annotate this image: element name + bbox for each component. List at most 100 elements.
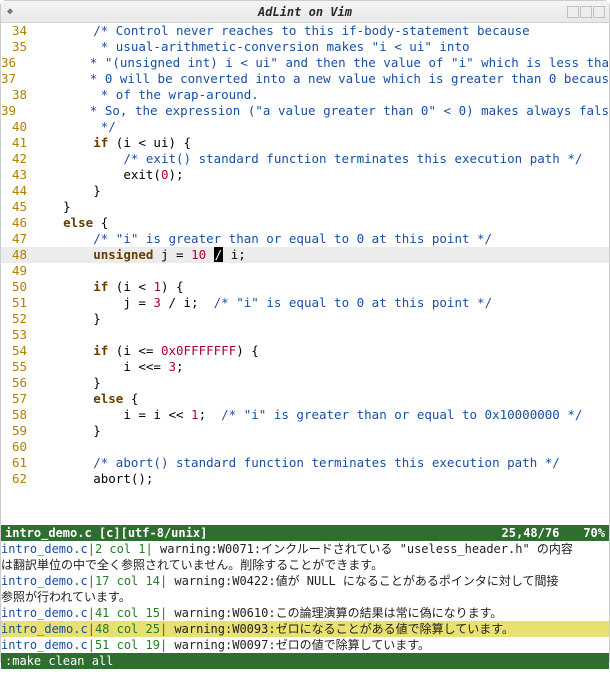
code-line[interactable]: 50 if (i < 1) { xyxy=(1,279,609,295)
code-content[interactable]: if (i <= 0x0FFFFFFF) { xyxy=(33,343,609,359)
code-line[interactable]: 42 /* exit() standard function terminate… xyxy=(1,151,609,167)
minimize-button[interactable] xyxy=(567,6,579,18)
code-content[interactable]: } xyxy=(33,423,609,439)
code-line[interactable]: 41 if (i < ui) { xyxy=(1,135,609,151)
code-editor[interactable]: 34 /* Control never reaches to this if-b… xyxy=(1,23,609,525)
line-number: 38 xyxy=(1,87,33,103)
code-content[interactable]: if (i < ui) { xyxy=(33,135,609,151)
quickfix-line[interactable]: intro_demo.c|41 col 15| warning:W0610:この… xyxy=(1,605,609,621)
line-number: 57 xyxy=(1,391,33,407)
window-buttons xyxy=(567,6,605,18)
code-content[interactable] xyxy=(33,263,609,279)
close-button[interactable] xyxy=(593,6,605,18)
line-number: 59 xyxy=(1,423,33,439)
line-number: 62 xyxy=(1,471,33,487)
code-content[interactable]: * "(unsigned int) i < ui" and then the v… xyxy=(22,55,609,71)
code-content[interactable]: * of the wrap-around. xyxy=(33,87,609,103)
code-content[interactable]: * usual-arithmetic-conversion makes "i <… xyxy=(33,39,609,55)
code-line[interactable]: 53 xyxy=(1,327,609,343)
window-title: AdLint on Vim xyxy=(258,5,352,19)
code-content[interactable]: abort(); xyxy=(33,471,609,487)
code-line[interactable]: 55 i <<= 3; xyxy=(1,359,609,375)
line-number: 49 xyxy=(1,263,33,279)
code-line[interactable]: 36 * "(unsigned int) i < ui" and then th… xyxy=(1,55,609,71)
quickfix-line[interactable]: は翻訳単位の中で全く参照されていません。削除することができます。 xyxy=(1,557,609,573)
code-content[interactable]: if (i < 1) { xyxy=(33,279,609,295)
status-file-info: intro_demo.c [c][utf-8/unix] xyxy=(5,525,502,541)
code-content[interactable]: } xyxy=(33,311,609,327)
line-number: 53 xyxy=(1,327,33,343)
code-content[interactable]: exit(0); xyxy=(33,167,609,183)
code-line[interactable]: 58 i = i << 1; /* "i" is greater than or… xyxy=(1,407,609,423)
line-number: 52 xyxy=(1,311,33,327)
code-content[interactable]: j = 3 / i; /* "i" is equal to 0 at this … xyxy=(33,295,609,311)
code-line[interactable]: 61 /* abort() standard function terminat… xyxy=(1,455,609,471)
quickfix-line[interactable]: intro_demo.c|17 col 14| warning:W0422:値が… xyxy=(1,573,609,589)
code-line[interactable]: 62 abort(); xyxy=(1,471,609,487)
code-line[interactable]: 37 * 0 will be converted into a new valu… xyxy=(1,71,609,87)
quickfix-line[interactable]: intro_demo.c|48 col 25| warning:W0093:ゼロ… xyxy=(1,621,609,637)
quickfix-line[interactable]: 参照が行われています。 xyxy=(1,589,609,605)
menu-icon[interactable]: ◆ xyxy=(7,6,19,18)
code-line[interactable]: 46 else { xyxy=(1,215,609,231)
code-line[interactable]: 54 if (i <= 0x0FFFFFFF) { xyxy=(1,343,609,359)
code-line[interactable]: 39 * So, the expression ("a value greate… xyxy=(1,103,609,119)
line-number: 34 xyxy=(1,23,33,39)
code-line[interactable]: 56 } xyxy=(1,375,609,391)
code-content[interactable]: /* exit() standard function terminates t… xyxy=(33,151,609,167)
line-number: 42 xyxy=(1,151,33,167)
command-line-area[interactable] xyxy=(1,669,609,683)
code-line[interactable]: 60 xyxy=(1,439,609,455)
code-content[interactable]: } xyxy=(33,183,609,199)
line-number: 54 xyxy=(1,343,33,359)
code-line[interactable]: 43 exit(0); xyxy=(1,167,609,183)
code-line[interactable]: 34 /* Control never reaches to this if-b… xyxy=(1,23,609,39)
code-line[interactable]: 40 */ xyxy=(1,119,609,135)
code-content[interactable]: * So, the expression ("a value greater t… xyxy=(22,103,609,119)
code-content[interactable]: i <<= 3; xyxy=(33,359,609,375)
quickfix-status: :make clean all xyxy=(1,653,609,669)
code-content[interactable]: i = i << 1; /* "i" is greater than or eq… xyxy=(33,407,609,423)
maximize-button[interactable] xyxy=(580,6,592,18)
line-number: 39 xyxy=(1,103,22,119)
code-line[interactable]: 49 xyxy=(1,263,609,279)
line-number: 41 xyxy=(1,135,33,151)
line-number: 46 xyxy=(1,215,33,231)
line-number: 37 xyxy=(1,71,22,87)
code-line[interactable]: 51 j = 3 / i; /* "i" is equal to 0 at th… xyxy=(1,295,609,311)
code-line[interactable]: 45 } xyxy=(1,199,609,215)
line-number: 50 xyxy=(1,279,33,295)
code-content[interactable]: else { xyxy=(33,391,609,407)
code-line[interactable]: 59 } xyxy=(1,423,609,439)
line-number: 40 xyxy=(1,119,33,135)
code-content[interactable]: /* "i" is greater than or equal to 0 at … xyxy=(33,231,609,247)
code-content[interactable]: /* abort() standard function terminates … xyxy=(33,455,609,471)
quickfix-line[interactable]: intro_demo.c|2 col 1| warning:W0071:インクル… xyxy=(1,541,609,557)
code-content[interactable]: * 0 will be converted into a new value w… xyxy=(22,71,609,87)
line-number: 43 xyxy=(1,167,33,183)
status-line: intro_demo.c [c][utf-8/unix] 25,48/76 70… xyxy=(1,525,609,541)
code-content[interactable] xyxy=(33,327,609,343)
line-number: 47 xyxy=(1,231,33,247)
code-content[interactable]: } xyxy=(33,199,609,215)
code-line[interactable]: 35 * usual-arithmetic-conversion makes "… xyxy=(1,39,609,55)
code-content[interactable]: /* Control never reaches to this if-body… xyxy=(33,23,609,39)
code-line[interactable]: 52 } xyxy=(1,311,609,327)
code-line[interactable]: 44 } xyxy=(1,183,609,199)
code-content[interactable]: */ xyxy=(33,119,609,135)
quickfix-window[interactable]: intro_demo.c|2 col 1| warning:W0071:インクル… xyxy=(1,541,609,653)
code-content[interactable] xyxy=(33,439,609,455)
quickfix-line[interactable]: intro_demo.c|51 col 19| warning:W0097:ゼロ… xyxy=(1,637,609,653)
code-content[interactable]: unsigned j = 10 / i; xyxy=(33,247,609,263)
code-line[interactable]: 47 /* "i" is greater than or equal to 0 … xyxy=(1,231,609,247)
line-number: 45 xyxy=(1,199,33,215)
line-number: 44 xyxy=(1,183,33,199)
code-content[interactable]: else { xyxy=(33,215,609,231)
code-line[interactable]: 48 unsigned j = 10 / i; xyxy=(1,247,609,263)
code-line[interactable]: 57 else { xyxy=(1,391,609,407)
code-line[interactable]: 38 * of the wrap-around. xyxy=(1,87,609,103)
line-number: 36 xyxy=(1,55,22,71)
line-number: 35 xyxy=(1,39,33,55)
line-number: 60 xyxy=(1,439,33,455)
code-content[interactable]: } xyxy=(33,375,609,391)
